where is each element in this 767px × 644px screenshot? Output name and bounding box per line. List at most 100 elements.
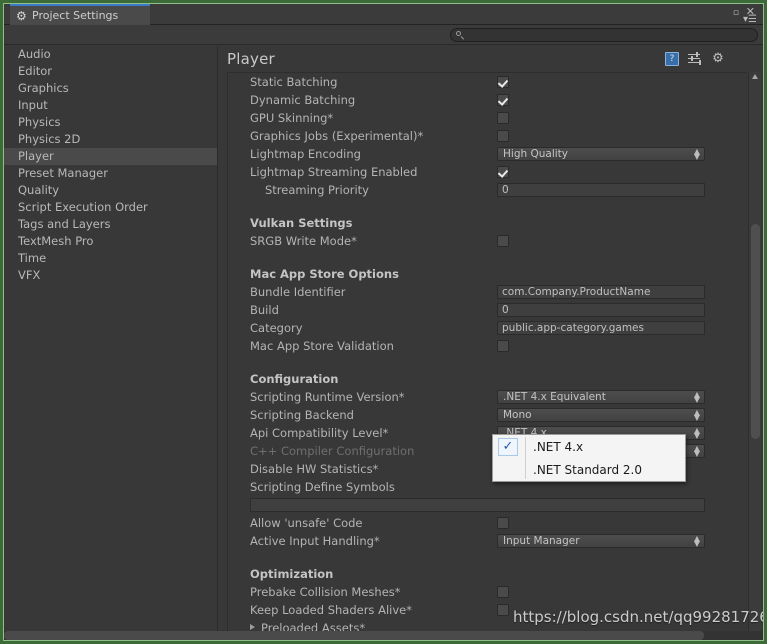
row-active-input-handling: Active Input Handling* Input Manager ▲ ▼ — [228, 532, 746, 550]
row-label: Api Compatibility Level* — [250, 426, 389, 440]
scripting-define-symbols-input[interactable] — [250, 498, 705, 512]
dropdown-value: Input Manager — [503, 535, 580, 547]
row-scripting-runtime-version: Scripting Runtime Version* .NET 4.x Equiv… — [228, 388, 746, 406]
row-allow-unsafe-code: Allow 'unsafe' Code — [228, 514, 746, 532]
sidebar-item-physics[interactable]: Physics — [4, 114, 217, 131]
settings-gear-icon[interactable]: ⚙ — [711, 52, 725, 66]
sidebar-item-player[interactable]: Player — [4, 148, 217, 165]
input-bundle-identifier[interactable]: com.Company.ProductName — [497, 285, 705, 299]
dropdown-item-label: .NET Standard 2.0 — [533, 462, 643, 477]
gear-icon: ⚙ — [16, 8, 27, 23]
group-header-label: Mac App Store Options — [250, 267, 399, 281]
row-label: Scripting Define Symbols — [250, 480, 395, 494]
tab-project-settings[interactable]: ⚙ Project Settings — [10, 4, 150, 25]
dropdown-value: Mono — [503, 409, 532, 421]
row-spacer — [228, 250, 746, 259]
row-scripting-backend: Scripting Backend Mono ▲ ▼ — [228, 406, 746, 424]
row-label: GPU Skinning* — [250, 111, 334, 125]
sidebar-item-tags-and-layers[interactable]: Tags and Layers — [4, 216, 217, 233]
row-label: C++ Compiler Configuration — [250, 444, 415, 458]
panel-header-icons: ⚙ — [665, 52, 725, 66]
checkbox-dynamic-batching[interactable] — [497, 94, 509, 106]
row-prebake-collision-meshes: Prebake Collision Meshes* — [228, 583, 746, 601]
checkbox-srgb-write-mode[interactable] — [497, 235, 509, 247]
window-menu-button[interactable]: ▾☰ — [743, 15, 757, 25]
chevron-updown-icon: ▲ ▼ — [693, 147, 700, 161]
dropdown-item-net-4x[interactable]: ✓ .NET 4.x — [493, 435, 685, 458]
row-gpu-skinning: GPU Skinning* — [228, 109, 746, 127]
sidebar-item-quality[interactable]: Quality — [4, 182, 217, 199]
row-static-batching: Static Batching — [228, 73, 746, 91]
checkbox-prebake-collision-meshes[interactable] — [497, 586, 509, 598]
settings-category-list[interactable]: Audio Editor Graphics Input Physics Phys… — [4, 46, 218, 632]
sidebar-item-textmesh-pro[interactable]: TextMesh Pro — [4, 233, 217, 250]
row-mac-app-store-validation: Mac App Store Validation — [228, 337, 746, 355]
group-header-label: Configuration — [250, 372, 339, 386]
sidebar-item-graphics[interactable]: Graphics — [4, 80, 217, 97]
group-header-optimization: Optimization — [228, 559, 746, 583]
search-input[interactable] — [465, 29, 757, 41]
group-header-mac-app-store-options: Mac App Store Options — [228, 259, 746, 283]
sidebar-item-preset-manager[interactable]: Preset Manager — [4, 165, 217, 182]
check-icon: ✓ — [498, 438, 518, 456]
sidebar-item-time[interactable]: Time — [4, 250, 217, 267]
checkbox-lightmap-streaming-enabled[interactable] — [497, 166, 509, 178]
input-streaming-priority[interactable]: 0 — [497, 183, 705, 197]
group-header-vulkan-settings: Vulkan Settings — [228, 208, 746, 232]
search-box[interactable] — [450, 28, 758, 42]
input-category[interactable]: public.app-category.games — [497, 321, 705, 335]
input-build[interactable]: 0 — [497, 303, 705, 317]
horizontal-scrollbar[interactable] — [4, 631, 763, 640]
tab-label: Project Settings — [32, 9, 119, 22]
sidebar-item-vfx[interactable]: VFX — [4, 267, 217, 284]
row-label: Allow 'unsafe' Code — [250, 516, 363, 530]
sidebar-item-script-execution-order[interactable]: Script Execution Order — [4, 199, 217, 216]
horizontal-scrollbar-thumb[interactable] — [4, 631, 704, 640]
chevron-updown-icon: ▲ ▼ — [693, 444, 700, 458]
scroll-up-arrow-icon[interactable] — [752, 74, 758, 79]
help-icon[interactable] — [665, 52, 679, 66]
player-settings-panel: Player ⚙ Static Batching Dynamic Batching… — [219, 46, 763, 632]
row-label: Prebake Collision Meshes* — [250, 585, 401, 599]
sidebar-item-audio[interactable]: Audio — [4, 46, 217, 63]
vertical-scrollbar[interactable] — [748, 72, 761, 632]
row-label: Scripting Runtime Version* — [250, 390, 405, 404]
preset-icon[interactable] — [688, 52, 702, 66]
vertical-scrollbar-thumb[interactable] — [751, 224, 760, 439]
search-toolbar — [4, 25, 763, 45]
row-label: Build — [250, 303, 279, 317]
checkbox-gpu-skinning[interactable] — [497, 112, 509, 124]
checkbox-allow-unsafe-code[interactable] — [497, 517, 509, 529]
restore-window-button[interactable]: ▫ — [733, 8, 739, 19]
dropdown-item-net-standard-20[interactable]: .NET Standard 2.0 — [493, 458, 685, 481]
group-header-label: Vulkan Settings — [250, 216, 353, 230]
row-label: Bundle Identifier — [250, 285, 346, 299]
row-label: Lightmap Streaming Enabled — [250, 165, 418, 179]
unity-project-settings-window: ⚙ Project Settings ▫ ✕ ▾☰ Audio Editor G… — [0, 0, 767, 644]
row-label: Scripting Backend — [250, 408, 354, 422]
api-compatibility-level-dropdown[interactable]: ✓ .NET 4.x .NET Standard 2.0 — [492, 434, 686, 482]
row-bundle-identifier: Bundle Identifier com.Company.ProductName — [228, 283, 746, 301]
checkbox-mac-app-store-validation[interactable] — [497, 340, 509, 352]
page-title: Player — [227, 50, 275, 68]
sidebar-item-editor[interactable]: Editor — [4, 63, 217, 80]
sidebar-item-input[interactable]: Input — [4, 97, 217, 114]
sidebar-item-physics-2d[interactable]: Physics 2D — [4, 131, 217, 148]
checkbox-static-batching[interactable] — [497, 76, 509, 88]
checkbox-graphics-jobs-experimental[interactable] — [497, 130, 509, 142]
row-lightmap-streaming-enabled: Lightmap Streaming Enabled — [228, 163, 746, 181]
row-label: Dynamic Batching — [250, 93, 356, 107]
row-label: Lightmap Encoding — [250, 147, 361, 161]
checkbox-keep-loaded-shaders-alive[interactable] — [497, 604, 509, 616]
dropdown-active-input-handling[interactable]: Input Manager ▲ ▼ — [497, 534, 705, 548]
row-label: SRGB Write Mode* — [250, 234, 357, 248]
dropdown-scripting-runtime-version[interactable]: .NET 4.x Equivalent ▲ ▼ — [497, 390, 705, 404]
dropdown-scripting-backend[interactable]: Mono ▲ ▼ — [497, 408, 705, 422]
row-scripting-define-symbols-field — [228, 496, 746, 514]
row-lightmap-encoding: Lightmap Encoding High Quality ▲ ▼ — [228, 145, 746, 163]
dropdown-lightmap-encoding[interactable]: High Quality ▲ ▼ — [497, 147, 705, 161]
group-header-label: Optimization — [250, 567, 334, 581]
row-label: Streaming Priority — [265, 183, 369, 197]
chevron-right-icon[interactable] — [250, 624, 255, 630]
group-header-configuration: Configuration — [228, 364, 746, 388]
